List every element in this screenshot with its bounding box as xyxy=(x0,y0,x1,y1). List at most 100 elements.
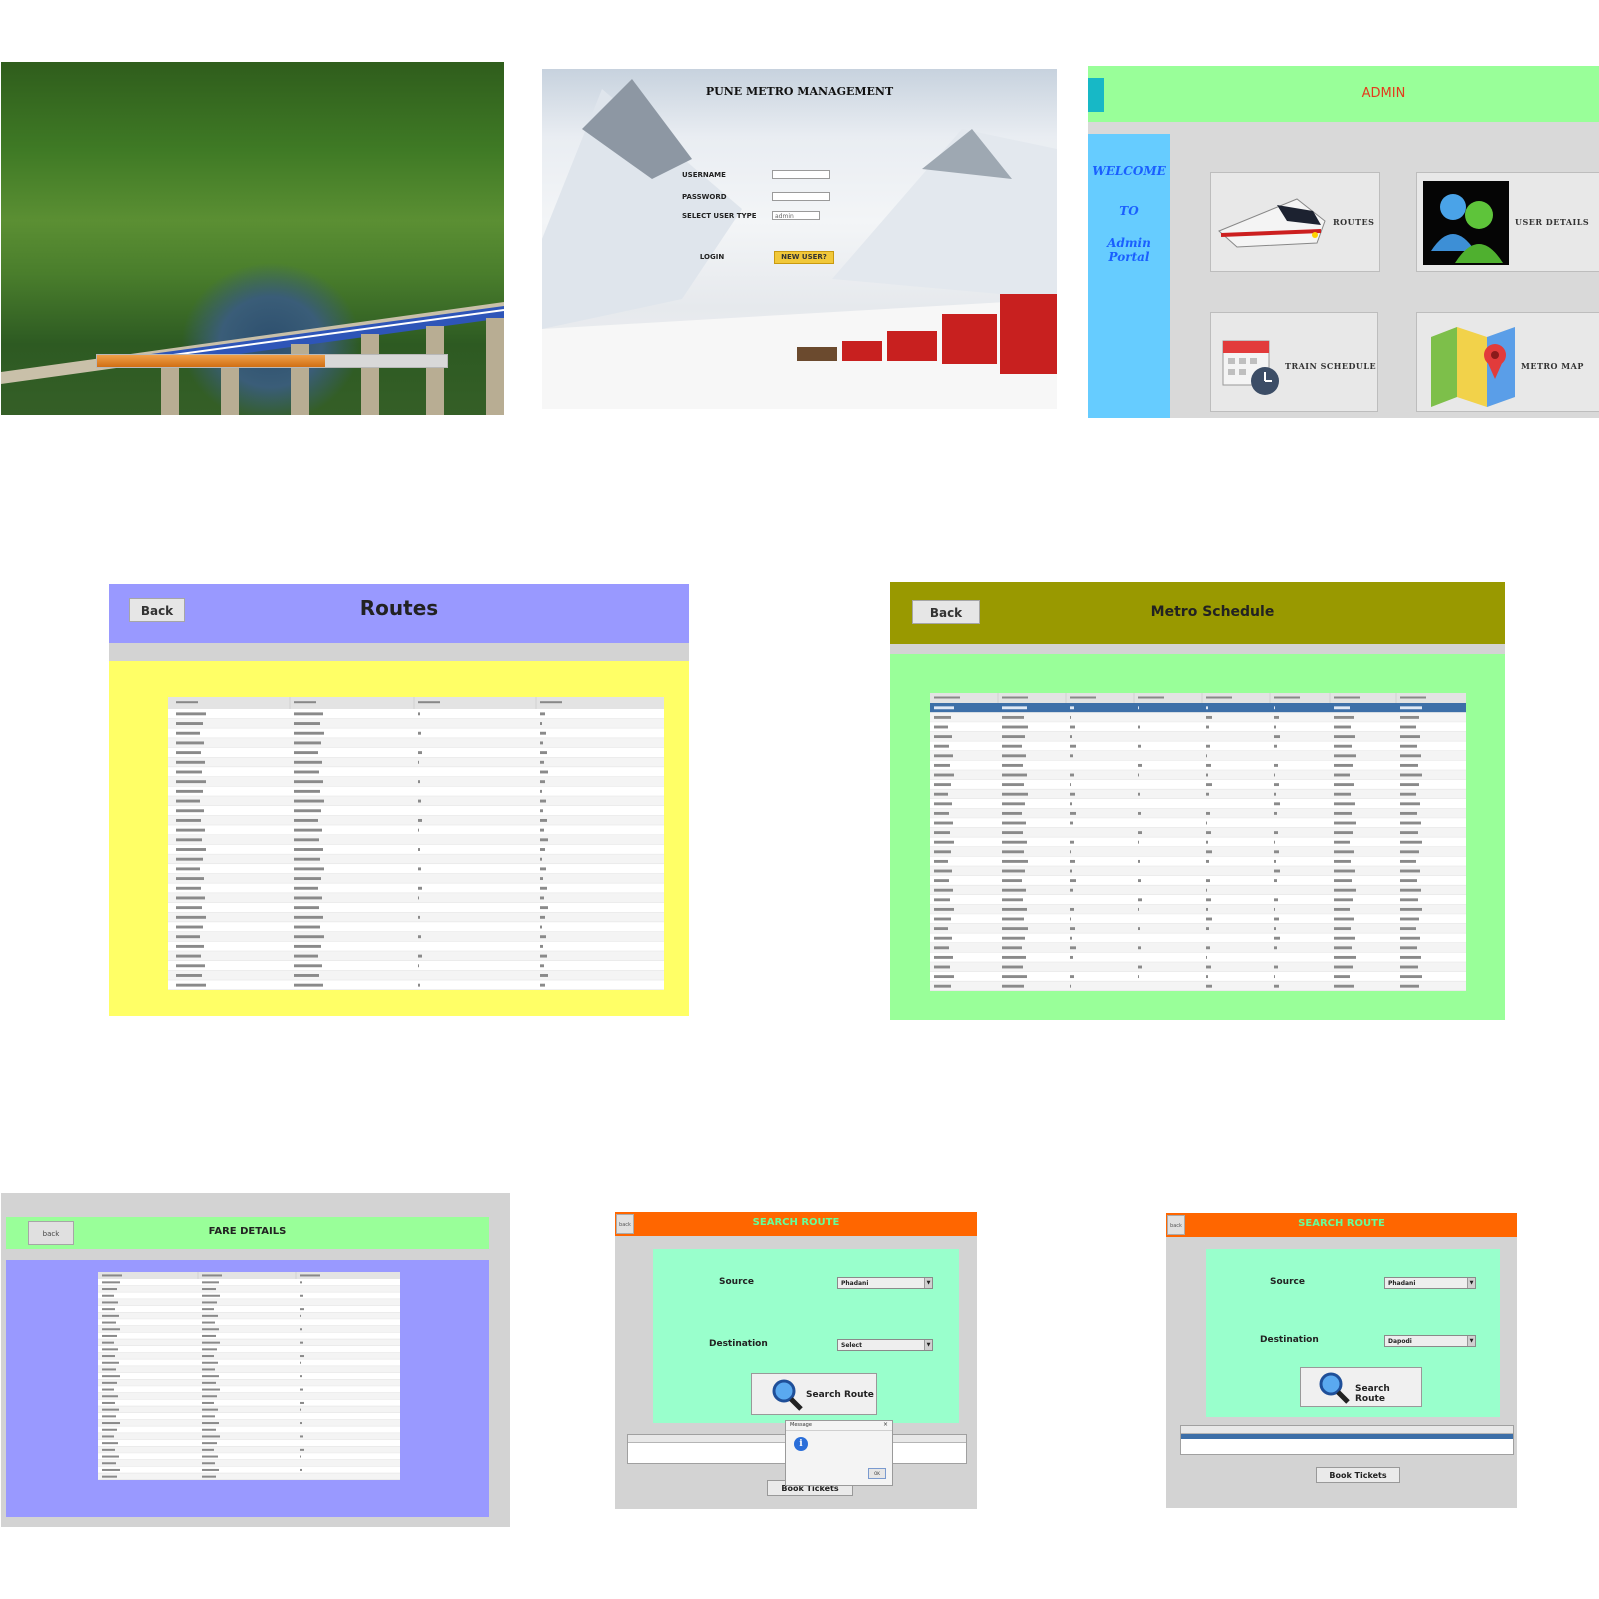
table-row[interactable] xyxy=(930,866,1466,877)
table-row[interactable] xyxy=(930,981,1466,991)
table-row[interactable] xyxy=(930,799,1466,810)
table-row[interactable] xyxy=(168,709,664,720)
routes-tile[interactable]: ROUTES xyxy=(1210,172,1380,272)
table-row[interactable] xyxy=(930,808,1466,819)
table-row[interactable] xyxy=(168,844,664,855)
table-row[interactable] xyxy=(930,770,1466,781)
table-row[interactable] xyxy=(930,827,1466,838)
new-user-button[interactable]: NEW USER? xyxy=(774,251,834,264)
table-row[interactable] xyxy=(98,1426,400,1434)
table-row[interactable] xyxy=(930,703,1466,714)
table-row[interactable] xyxy=(98,1446,400,1454)
schedule-table[interactable] xyxy=(930,693,1466,991)
table-row[interactable] xyxy=(168,776,664,788)
book-tickets-button[interactable]: Book Tickets xyxy=(1316,1467,1400,1483)
table-row[interactable] xyxy=(98,1459,400,1468)
table-row[interactable] xyxy=(168,864,664,875)
table-row[interactable] xyxy=(98,1413,400,1421)
table-row[interactable] xyxy=(168,747,664,758)
table-row[interactable] xyxy=(930,847,1466,858)
table-row[interactable] xyxy=(168,912,664,923)
table-row[interactable] xyxy=(98,1473,400,1480)
close-icon[interactable]: × xyxy=(883,1421,888,1428)
table-row[interactable] xyxy=(168,786,664,797)
table-row[interactable] xyxy=(168,931,664,943)
table-row[interactable] xyxy=(98,1319,400,1327)
table-row[interactable] xyxy=(98,1325,400,1334)
table-row[interactable] xyxy=(930,933,1466,944)
table-row[interactable] xyxy=(168,951,664,962)
table-row[interactable] xyxy=(98,1453,400,1461)
table-row[interactable] xyxy=(98,1392,400,1401)
routes-table[interactable] xyxy=(168,697,664,990)
table-row[interactable] xyxy=(168,883,664,894)
username-input[interactable] xyxy=(772,170,830,179)
table-row[interactable] xyxy=(98,1466,400,1474)
table-row[interactable] xyxy=(168,834,664,846)
login-button[interactable]: LOGIN xyxy=(692,252,732,262)
table-row[interactable] xyxy=(98,1285,400,1293)
table-row[interactable] xyxy=(168,922,664,933)
table-row[interactable] xyxy=(930,904,1466,915)
table-row[interactable] xyxy=(930,971,1466,982)
table-row[interactable] xyxy=(930,895,1466,906)
table-row[interactable] xyxy=(98,1433,400,1441)
table-row[interactable] xyxy=(98,1439,400,1447)
table-row[interactable] xyxy=(168,873,664,884)
search-results-table[interactable] xyxy=(1180,1425,1514,1455)
table-row[interactable] xyxy=(930,923,1466,934)
table-row[interactable] xyxy=(168,854,664,865)
table-row[interactable] xyxy=(168,815,664,826)
fare-table[interactable] xyxy=(98,1272,400,1480)
table-row[interactable] xyxy=(98,1372,400,1380)
table-row[interactable] xyxy=(930,789,1466,800)
destination-select[interactable]: Select ▼ xyxy=(837,1339,933,1351)
table-row[interactable] xyxy=(98,1299,400,1307)
table-row[interactable] xyxy=(98,1346,400,1354)
table-row[interactable] xyxy=(98,1305,400,1313)
table-row[interactable] xyxy=(930,837,1466,848)
user-details-tile[interactable]: USER DETAILS xyxy=(1416,172,1599,272)
table-row[interactable] xyxy=(168,902,664,913)
table-row[interactable] xyxy=(98,1279,400,1287)
table-row[interactable] xyxy=(98,1352,400,1360)
table-row[interactable] xyxy=(930,962,1466,973)
table-row[interactable] xyxy=(168,825,664,836)
metro-map-tile[interactable]: METRO MAP xyxy=(1416,312,1599,412)
table-row[interactable] xyxy=(930,722,1466,733)
source-select[interactable]: Phadani ▼ xyxy=(837,1277,933,1289)
search-route-button[interactable]: Search Route xyxy=(751,1373,877,1415)
table-row[interactable] xyxy=(930,712,1466,723)
search-route-button[interactable]: Search Route xyxy=(1300,1367,1422,1407)
table-row[interactable] xyxy=(930,818,1466,829)
table-row[interactable] xyxy=(930,760,1466,771)
destination-select[interactable]: Dapodi ▼ xyxy=(1384,1335,1476,1347)
table-row[interactable] xyxy=(168,941,664,952)
table-row[interactable] xyxy=(930,779,1466,790)
table-row[interactable] xyxy=(930,875,1466,886)
table-row[interactable] xyxy=(168,767,664,778)
table-row[interactable] xyxy=(98,1312,400,1320)
table-row[interactable] xyxy=(930,952,1466,963)
table-row[interactable] xyxy=(98,1339,400,1347)
table-row[interactable] xyxy=(168,980,664,990)
table-row[interactable] xyxy=(930,731,1466,742)
table-row[interactable] xyxy=(168,960,664,972)
table-row[interactable] xyxy=(168,796,664,807)
table-row[interactable] xyxy=(168,805,664,817)
table-row[interactable] xyxy=(930,751,1466,762)
table-row[interactable] xyxy=(98,1359,400,1367)
dialog-ok-button[interactable]: OK xyxy=(868,1468,886,1479)
table-row[interactable] xyxy=(930,856,1466,867)
table-row[interactable] xyxy=(98,1379,400,1387)
table-row[interactable] xyxy=(930,943,1466,954)
password-input[interactable] xyxy=(772,192,830,201)
table-row[interactable] xyxy=(98,1366,400,1374)
source-select[interactable]: Phadani ▼ xyxy=(1384,1277,1476,1289)
table-row[interactable] xyxy=(98,1399,400,1407)
table-row[interactable] xyxy=(168,757,664,768)
selected-result-row[interactable] xyxy=(1181,1434,1513,1439)
table-row[interactable] xyxy=(98,1332,400,1340)
table-row[interactable] xyxy=(930,885,1466,896)
train-schedule-tile[interactable]: TRAIN SCHEDULE xyxy=(1210,312,1378,412)
